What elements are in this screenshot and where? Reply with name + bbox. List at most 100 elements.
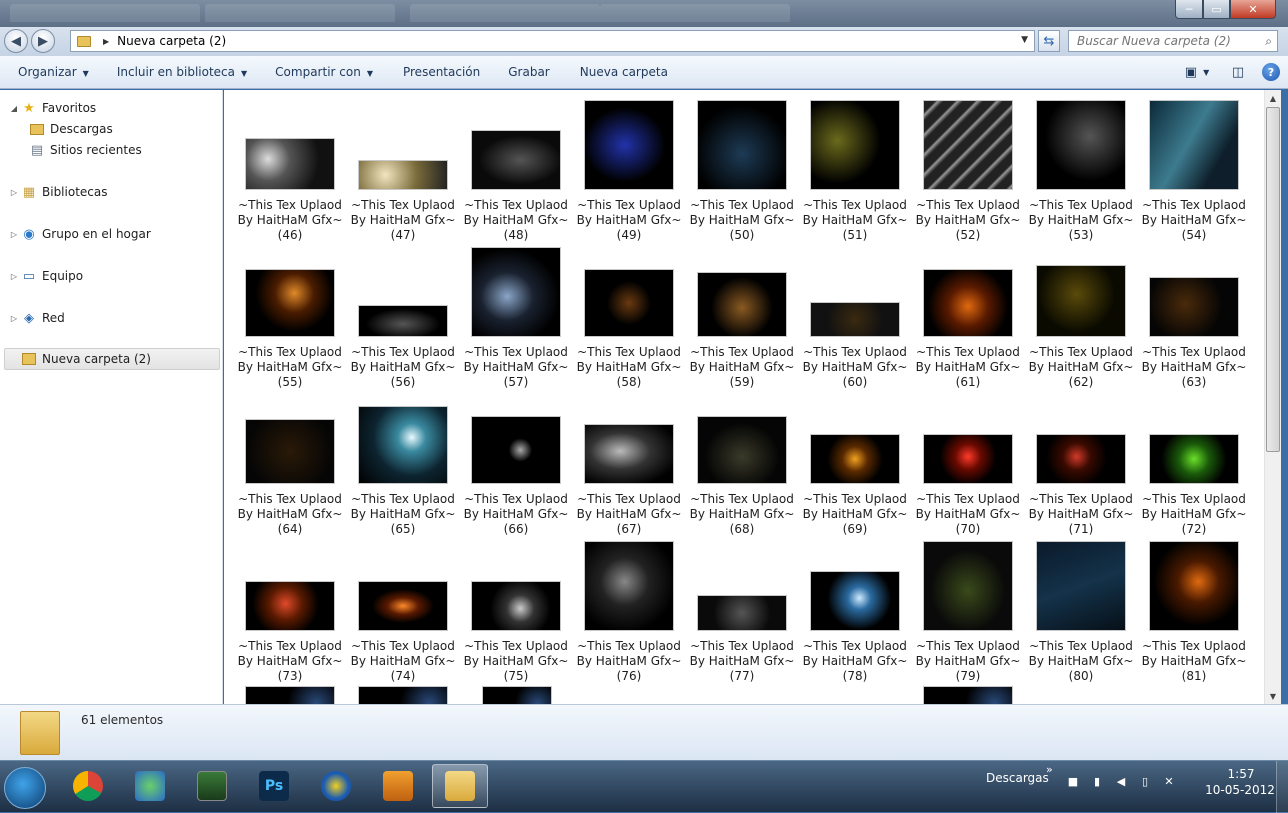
- image-thumbnail[interactable]: [1149, 541, 1239, 631]
- image-thumbnail[interactable]: [245, 581, 335, 631]
- file-item[interactable]: ~This Tex Uplaod By HaitHaM Gfx~ (74): [348, 535, 458, 683]
- include-in-library-menu[interactable]: Incluir en biblioteca ▼: [117, 63, 247, 81]
- expand-icon[interactable]: ▷: [8, 230, 20, 239]
- file-item[interactable]: ~This Tex Uplaod By HaitHaM Gfx~ (64): [235, 388, 345, 536]
- file-name[interactable]: ~This Tex Uplaod By HaitHaM Gfx~ (65): [348, 492, 458, 537]
- file-name[interactable]: ~This Tex Uplaod By HaitHaM Gfx~ (60): [800, 345, 910, 390]
- file-item[interactable]: ~This Tex Uplaod By HaitHaM Gfx~ (51): [800, 94, 910, 242]
- file-item[interactable]: ~This Tex Uplaod By HaitHaM Gfx~ (72): [1139, 388, 1249, 536]
- search-input[interactable]: [1069, 34, 1249, 48]
- image-thumbnail[interactable]: [697, 416, 787, 484]
- file-name[interactable]: ~This Tex Uplaod By HaitHaM Gfx~ (57): [461, 345, 571, 390]
- file-item[interactable]: ~This Tex Uplaod By HaitHaM Gfx~ (63): [1139, 241, 1249, 389]
- image-thumbnail[interactable]: [584, 424, 674, 484]
- taskbar-messenger[interactable]: [122, 764, 178, 808]
- image-thumbnail[interactable]: [923, 269, 1013, 337]
- start-button[interactable]: [4, 767, 46, 809]
- power-icon[interactable]: ▯: [1138, 774, 1152, 788]
- nav-computer[interactable]: ▷ ▭ Equipo: [8, 266, 83, 286]
- file-name[interactable]: ~This Tex Uplaod By HaitHaM Gfx~ (52): [913, 198, 1023, 243]
- image-thumbnail[interactable]: [923, 100, 1013, 190]
- file-item[interactable]: ~This Tex Uplaod By HaitHaM Gfx~ (54): [1139, 94, 1249, 242]
- nav-current-folder[interactable]: Nueva carpeta (2): [20, 349, 151, 369]
- taskbar-chrome[interactable]: [60, 764, 116, 808]
- file-name[interactable]: ~This Tex Uplaod By HaitHaM Gfx~ (46): [235, 198, 345, 243]
- file-item[interactable]: ~This Tex Uplaod By HaitHaM Gfx~ (65): [348, 388, 458, 536]
- file-name[interactable]: ~This Tex Uplaod By HaitHaM Gfx~ (79): [913, 639, 1023, 684]
- taskbar-photoshop[interactable]: Ps: [246, 764, 302, 808]
- image-thumbnail[interactable]: [584, 541, 674, 631]
- nav-favorites[interactable]: ◢ ★ Favoritos: [8, 98, 96, 118]
- file-item[interactable]: ~This Tex Uplaod By HaitHaM Gfx~ (48): [461, 94, 571, 242]
- history-dropdown-icon[interactable]: ▼: [1021, 35, 1028, 45]
- file-name[interactable]: ~This Tex Uplaod By HaitHaM Gfx~ (59): [687, 345, 797, 390]
- clock-time[interactable]: 1:57: [1212, 767, 1270, 781]
- file-item[interactable]: ~This Tex Uplaod By HaitHaM Gfx~ (66): [461, 388, 571, 536]
- image-thumbnail[interactable]: [697, 272, 787, 337]
- image-thumbnail[interactable]: [923, 686, 1013, 704]
- file-item[interactable]: ~This Tex Uplaod By HaitHaM Gfx~ (57): [461, 241, 571, 389]
- forward-button[interactable]: ▶: [31, 29, 55, 53]
- maximize-button[interactable]: ▭: [1203, 0, 1230, 19]
- help-icon[interactable]: ?: [1262, 63, 1280, 81]
- file-item[interactable]: ~This Tex Uplaod By HaitHaM Gfx~ (80): [1026, 535, 1136, 683]
- taskbar-arcsoft[interactable]: [308, 764, 364, 808]
- file-name[interactable]: ~This Tex Uplaod By HaitHaM Gfx~ (68): [687, 492, 797, 537]
- file-item[interactable]: ~This Tex Uplaod By HaitHaM Gfx~ (62): [1026, 241, 1136, 389]
- image-thumbnail[interactable]: [358, 305, 448, 337]
- image-thumbnail[interactable]: [358, 406, 448, 484]
- image-thumbnail[interactable]: [810, 100, 900, 190]
- taskbar-media-player[interactable]: [370, 764, 426, 808]
- image-thumbnail[interactable]: [810, 571, 900, 631]
- file-name[interactable]: ~This Tex Uplaod By HaitHaM Gfx~ (50): [687, 198, 797, 243]
- image-thumbnail[interactable]: [810, 434, 900, 484]
- file-name[interactable]: ~This Tex Uplaod By HaitHaM Gfx~ (71): [1026, 492, 1136, 537]
- file-name[interactable]: ~This Tex Uplaod By HaitHaM Gfx~ (77): [687, 639, 797, 684]
- clock-date[interactable]: 10-05-2012: [1203, 783, 1277, 797]
- file-item[interactable]: ~This Tex Uplaod By HaitHaM Gfx~ (71): [1026, 388, 1136, 536]
- back-button[interactable]: ◀: [4, 29, 28, 53]
- tray-chevron-icon[interactable]: »: [1046, 763, 1053, 776]
- file-item[interactable]: ~This Tex Uplaod By HaitHaM Gfx~ (70): [913, 388, 1023, 536]
- search-box[interactable]: ⌕: [1068, 30, 1278, 52]
- file-name[interactable]: ~This Tex Uplaod By HaitHaM Gfx~ (49): [574, 198, 684, 243]
- flag-icon[interactable]: ■: [1066, 774, 1080, 788]
- file-item[interactable]: ~This Tex Uplaod By HaitHaM Gfx~ (58): [574, 241, 684, 389]
- refresh-button[interactable]: ⇆: [1038, 30, 1060, 52]
- file-name[interactable]: ~This Tex Uplaod By HaitHaM Gfx~ (53): [1026, 198, 1136, 243]
- file-name[interactable]: ~This Tex Uplaod By HaitHaM Gfx~ (54): [1139, 198, 1249, 243]
- file-name[interactable]: ~This Tex Uplaod By HaitHaM Gfx~ (73): [235, 639, 345, 684]
- network-status-icon[interactable]: ✕: [1162, 774, 1176, 788]
- file-name[interactable]: ~This Tex Uplaod By HaitHaM Gfx~ (81): [1139, 639, 1249, 684]
- expand-icon[interactable]: ▷: [8, 188, 20, 197]
- file-name[interactable]: ~This Tex Uplaod By HaitHaM Gfx~ (76): [574, 639, 684, 684]
- breadcrumb-chevron-icon[interactable]: ▶: [103, 37, 109, 46]
- image-thumbnail[interactable]: [923, 434, 1013, 484]
- file-item[interactable]: ~This Tex Uplaod By HaitHaM Gfx~ (52): [913, 94, 1023, 242]
- image-thumbnail[interactable]: [471, 581, 561, 631]
- search-icon[interactable]: ⌕: [1265, 34, 1272, 49]
- image-thumbnail[interactable]: [923, 541, 1013, 631]
- image-thumbnail[interactable]: [1149, 100, 1239, 190]
- file-item[interactable]: ~This Tex Uplaod By HaitHaM Gfx~ (75): [461, 535, 571, 683]
- file-item[interactable]: ~This Tex Uplaod By HaitHaM Gfx~ (56): [348, 241, 458, 389]
- nav-downloads[interactable]: Descargas: [28, 119, 113, 139]
- file-item[interactable]: ~This Tex Uplaod By HaitHaM Gfx~ (68): [687, 388, 797, 536]
- minimize-button[interactable]: ─: [1175, 0, 1203, 19]
- image-thumbnail[interactable]: [697, 100, 787, 190]
- tray-toolbar-label[interactable]: Descargas: [986, 771, 1049, 785]
- burn-button[interactable]: Grabar: [508, 63, 550, 81]
- scroll-up-icon[interactable]: ▲: [1265, 90, 1281, 106]
- nav-recent-places[interactable]: ▤ Sitios recientes: [28, 140, 142, 160]
- file-list-view[interactable]: ~This Tex Uplaod By HaitHaM Gfx~ (46) ~This…: [224, 90, 1264, 704]
- nav-homegroup[interactable]: ▷ ◉ Grupo en el hogar: [8, 224, 151, 244]
- file-name[interactable]: ~This Tex Uplaod By HaitHaM Gfx~ (74): [348, 639, 458, 684]
- file-name[interactable]: ~This Tex Uplaod By HaitHaM Gfx~ (72): [1139, 492, 1249, 537]
- file-item[interactable]: ~This Tex Uplaod By HaitHaM Gfx~ (55): [235, 241, 345, 389]
- image-thumbnail[interactable]: [1036, 100, 1126, 190]
- file-name[interactable]: ~This Tex Uplaod By HaitHaM Gfx~ (75): [461, 639, 571, 684]
- file-name[interactable]: ~This Tex Uplaod By HaitHaM Gfx~ (66): [461, 492, 571, 537]
- image-thumbnail[interactable]: [1036, 541, 1126, 631]
- file-item[interactable]: ~This Tex Uplaod By HaitHaM Gfx~ (50): [687, 94, 797, 242]
- taskbar-task-manager[interactable]: [184, 764, 240, 808]
